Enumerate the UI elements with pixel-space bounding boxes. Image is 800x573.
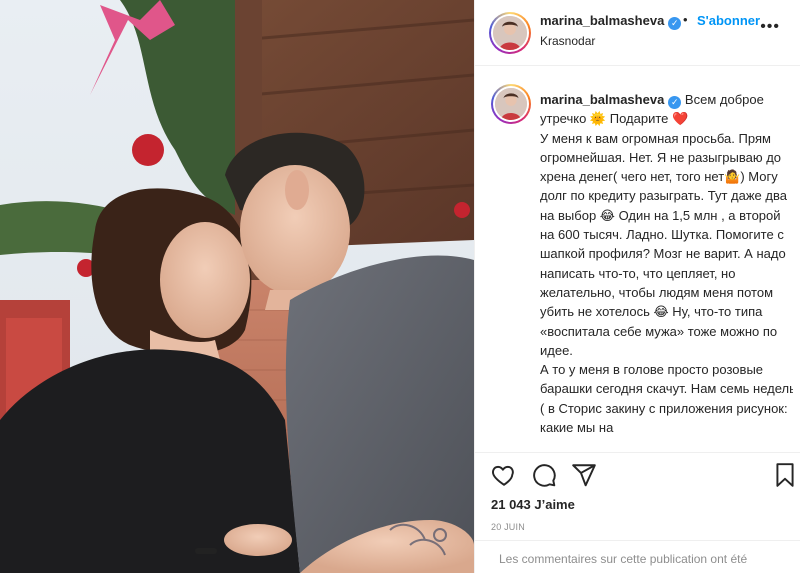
caption-username[interactable]: marina_balmasheva <box>540 92 664 107</box>
comments-disabled-notice: Les commentaires sur cette publication o… <box>475 540 800 573</box>
avatar-photo-icon <box>493 16 527 50</box>
bookmark-icon[interactable] <box>773 462 799 488</box>
verified-badge-icon: ✓ <box>668 17 682 30</box>
post-photo[interactable] <box>0 0 474 573</box>
likes-count[interactable]: 21 043 J’aime <box>491 497 575 512</box>
dot-separator: • <box>683 12 688 27</box>
follow-button[interactable]: S'abonner <box>697 13 760 28</box>
couple-photo-illustration <box>0 0 474 573</box>
author-avatar[interactable] <box>489 12 531 54</box>
instagram-post-view: marina_balmasheva ✓ • S'abonner Krasnodar… <box>0 0 800 573</box>
post-details-panel: marina_balmasheva ✓ • S'abonner Krasnodar… <box>474 0 800 573</box>
caption-text: marina_balmasheva ✓ Всем доброе утречко 🌞… <box>540 90 793 437</box>
comment-icon[interactable] <box>531 462 557 488</box>
post-caption: marina_balmasheva ✓ Всем доброе утречко 🌞… <box>491 84 793 450</box>
post-location[interactable]: Krasnodar <box>540 34 595 48</box>
post-header: marina_balmasheva ✓ • S'abonner Krasnodar… <box>475 0 800 66</box>
author-username[interactable]: marina_balmasheva ✓ <box>540 13 682 30</box>
caption-line-3: А то у меня в голове просто розовые бара… <box>540 362 793 436</box>
caption-line-2: У меня к вам огромная просьба. Прям огро… <box>540 130 787 358</box>
caption-author-avatar[interactable] <box>491 84 531 124</box>
action-bar <box>475 452 800 496</box>
more-options-icon[interactable]: ••• <box>760 18 780 36</box>
avatar-photo-icon <box>495 88 527 120</box>
post-date[interactable]: 20 JUIN <box>491 522 525 532</box>
heart-icon[interactable] <box>491 462 517 488</box>
verified-badge-icon: ✓ <box>668 96 682 109</box>
share-icon[interactable] <box>571 462 597 488</box>
